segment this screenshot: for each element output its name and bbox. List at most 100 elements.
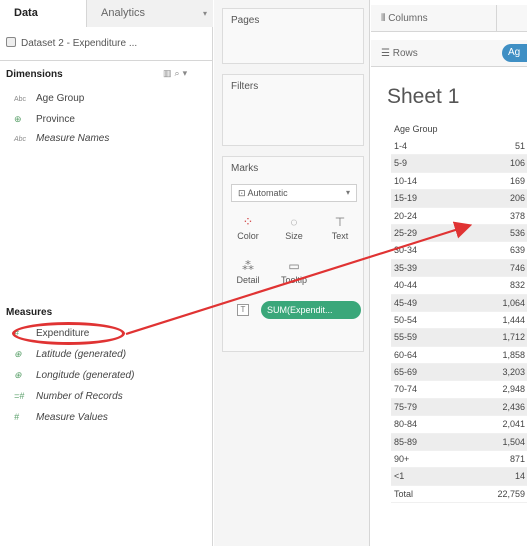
rows-label: ☰ Rows [381,48,418,59]
table-row[interactable]: 85-89 1,504 [391,433,527,452]
globe-icon: ⊕ [14,349,22,359]
color-button[interactable]: ⁘ Color [229,213,267,249]
field-label: Number of Records [36,391,123,402]
measure-field-measure-values[interactable]: # Measure Values [14,409,108,425]
row-value: 1,064 [502,297,525,308]
row-category: 35-39 [394,262,418,273]
size-button[interactable]: ◌ Size [275,213,313,249]
table-row[interactable]: 35-39 746 [391,259,527,278]
field-label: Measure Names [36,133,110,144]
row-category: 40-44 [394,280,418,291]
table-row[interactable]: 10-14 169 [391,173,527,191]
text-label: Text [331,231,349,241]
search-icon[interactable]: ⌕ [175,68,183,78]
table-row[interactable]: 55-59 1,712 [391,329,527,347]
table-row[interactable]: 1-4 51 [391,138,527,156]
table-row[interactable]: 15-19 206 [391,190,527,208]
dimension-field-age-group[interactable]: Abc Age Group [14,91,84,107]
pages-card[interactable]: Pages [222,8,364,64]
datasource-label: Dataset 2 - Expenditure ... [21,38,138,49]
annotation-highlight-ellipse [12,322,125,345]
divider [0,60,213,61]
mark-type-value: Automatic [247,188,288,198]
datasource-icon [6,37,16,47]
chevron-down-icon[interactable]: ▾ [203,0,207,27]
detail-icon: ⁂ [242,259,254,273]
dimension-pill-age-group[interactable]: Ag [502,44,527,62]
string-type-icon: Abc [14,96,27,103]
tooltip-label: Tooltip [280,275,307,285]
table-row[interactable]: <1 14 [391,468,527,486]
table-row[interactable]: 30-34 639 [391,242,527,260]
row-category: 25-29 [394,227,418,238]
table-row[interactable]: 60-64 1,858 [391,347,527,365]
dimension-field-measure-names[interactable]: Abc Measure Names [14,131,109,147]
mark-type-select[interactable]: ⊡ Automatic ▾ [231,184,357,202]
tab-data[interactable]: Data [0,0,86,27]
rows-text: Rows [392,48,418,59]
marks-card: Marks ⊡ Automatic ▾ ⁘ Color ◌ Size ⊤ Tex… [222,156,364,352]
row-value: 871 [509,454,525,465]
row-category: 75-79 [394,401,418,412]
table-row[interactable]: 40-44 832 [391,277,527,295]
measure-field-number-of-records[interactable]: =# Number of Records [14,388,123,404]
row-category: 70-74 [394,384,418,395]
row-category: Total [394,488,414,499]
row-value: 22,759 [497,488,525,499]
marks-title: Marks [231,163,259,174]
filters-card[interactable]: Filters [222,74,364,146]
table-row[interactable]: 75-79 2,436 [391,398,527,417]
row-category: 15-19 [394,193,418,204]
row-category: 80-84 [394,419,418,430]
measure-field-latitude[interactable]: ⊕ Latitude (generated) [14,346,126,362]
grid-view-icon[interactable]: ▥ [163,68,175,78]
row-category: 20-24 [394,210,418,221]
chevron-down-icon[interactable]: ▾ [183,68,191,78]
table-row[interactable]: 50-54 1,444 [391,312,527,330]
calculated-number-icon: =# [14,391,25,401]
row-category: 65-69 [394,367,418,378]
row-category: 1-4 [394,141,408,151]
field-label: Latitude (generated) [36,349,127,360]
field-label: Longitude (generated) [36,370,135,381]
dimension-field-province[interactable]: ⊕ Province [14,111,75,127]
measure-pill-sum-expenditure[interactable]: SUM(Expendit... [261,301,361,319]
row-value: 14 [514,471,525,482]
datasource[interactable]: Dataset 2 - Expenditure ... [6,36,137,52]
columns-shelf[interactable]: ⦀ Columns [371,5,527,32]
detail-button[interactable]: ⁂ Detail [229,257,267,293]
field-label: Province [36,114,75,125]
chevron-down-icon: ▾ [345,188,350,197]
divider [496,5,497,32]
table-row[interactable]: Total 22,759 [391,486,527,504]
row-value: 832 [509,280,525,291]
row-value: 1,504 [502,436,525,447]
size-label: Size [285,231,303,241]
table-row[interactable]: 25-29 536 [391,224,527,243]
text-button[interactable]: ⊤ Text [321,213,359,249]
table-row[interactable]: 80-84 2,041 [391,416,527,434]
table-row[interactable]: 70-74 2,948 [391,381,527,399]
row-value: 2,041 [502,419,525,430]
table-row[interactable]: 5-9 106 [391,155,527,173]
table-row[interactable]: 90+ 871 [391,451,527,469]
row-value: 206 [509,193,525,204]
table-row[interactable]: 45-49 1,064 [391,294,527,312]
row-value: 169 [509,175,525,186]
text-mark-icon[interactable]: T [237,304,249,316]
row-category: <1 [394,471,405,482]
sheet-title: Sheet 1 [387,85,460,108]
size-icon: ◌ [290,215,298,229]
tooltip-button[interactable]: ▭ Tooltip [275,257,313,293]
globe-icon: ⊕ [14,114,22,124]
table-row[interactable]: 65-69 3,203 [391,364,527,382]
number-type-icon: # [14,412,20,422]
row-value: 536 [509,227,525,238]
row-value: 106 [509,158,525,169]
row-value: 746 [509,262,525,273]
table-row[interactable]: 20-24 378 [391,208,527,225]
tab-analytics[interactable]: Analytics ▾ [86,0,213,27]
string-type-icon: Abc [14,136,27,143]
field-label: Measure Values [36,412,108,423]
measure-field-longitude[interactable]: ⊕ Longitude (generated) [14,367,134,383]
